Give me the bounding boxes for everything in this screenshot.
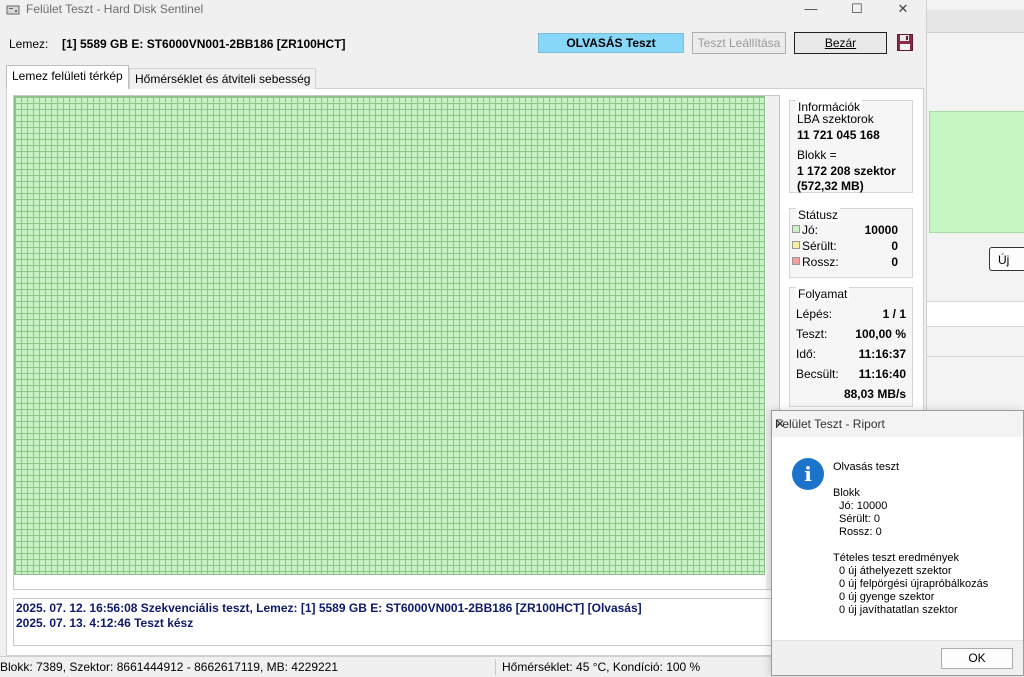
block-label: Blokk = bbox=[797, 148, 837, 162]
close-window-button[interactable]: ✕ bbox=[880, 0, 926, 20]
background-window-bar bbox=[927, 10, 1024, 33]
dialog-block-title: Blokk bbox=[833, 487, 860, 499]
maximize-button[interactable]: ☐ bbox=[834, 0, 880, 20]
block-size: (572,32 MB) bbox=[797, 179, 864, 193]
progress-group: Folyamat Lépés: 1 / 1 Teszt: 100,00 % Id… bbox=[789, 287, 913, 407]
floppy-disk-icon[interactable] bbox=[897, 34, 913, 51]
lba-label: LBA szektorok bbox=[797, 112, 874, 126]
bad-value: 0 bbox=[891, 255, 898, 269]
background-window-divider bbox=[927, 356, 1024, 357]
good-swatch bbox=[792, 225, 800, 233]
log-line: 2025. 07. 13. 4:12:46 Teszt kész bbox=[16, 616, 194, 630]
title-bar: Felület Teszt - Hard Disk Sentinel — ☐ ✕ bbox=[0, 0, 926, 20]
dialog-result-item: 0 új felpörgési újrapróbálkozás bbox=[839, 578, 989, 590]
good-value: 10000 bbox=[864, 223, 898, 237]
dialog-good: Jó: 10000 bbox=[839, 500, 888, 512]
minimize-button[interactable]: — bbox=[788, 0, 834, 20]
background-window-button[interactable]: Új bbox=[989, 247, 1024, 271]
progress-group-title: Folyamat bbox=[796, 287, 850, 301]
log-line: 2025. 07. 12. 16:56:08 Szekvenciális tes… bbox=[16, 601, 642, 615]
close-button[interactable]: Bezár bbox=[794, 32, 887, 54]
block-value: 1 172 208 szektor bbox=[797, 164, 896, 178]
statusbar-separator bbox=[495, 659, 496, 675]
tab-temperature-speed[interactable]: Hőmérséklet és átviteli sebesség bbox=[129, 68, 317, 89]
surface-map-grid bbox=[14, 96, 765, 575]
background-window-field bbox=[927, 301, 1024, 327]
damaged-value: 0 bbox=[891, 239, 898, 253]
estimated-value: 11:16:40 bbox=[858, 367, 906, 381]
disk-label: Lemez: bbox=[9, 37, 49, 51]
dialog-result-item: 0 új gyenge szektor bbox=[839, 591, 935, 603]
tab-surface-map[interactable]: Lemez felületi térkép bbox=[6, 65, 129, 89]
close-button-label: Bezár bbox=[824, 36, 857, 50]
estimated-label: Becsült: bbox=[796, 367, 839, 381]
dialog-results-title: Tételes teszt eredmények bbox=[833, 552, 959, 564]
hard-disk-icon bbox=[6, 5, 20, 15]
status-group: Státusz Jó: 10000 Sérült: 0 Rossz: 0 bbox=[789, 208, 913, 278]
status-group-title: Státusz bbox=[796, 208, 841, 222]
damaged-swatch bbox=[792, 241, 800, 249]
test-value: 100,00 % bbox=[855, 327, 906, 341]
report-dialog: Felület Teszt - Riport ✕ i Olvasás teszt… bbox=[771, 410, 1024, 676]
good-label: Jó: bbox=[802, 223, 819, 237]
damaged-label: Sérült: bbox=[802, 239, 837, 253]
statusbar-block-info: Blokk: 7389, Szektor: 8661444912 - 86626… bbox=[0, 660, 339, 674]
step-label: Lépés: bbox=[796, 307, 833, 321]
information-icon: i bbox=[792, 458, 824, 490]
test-label: Teszt: bbox=[796, 327, 828, 341]
background-window-green-panel bbox=[929, 111, 1024, 233]
info-group: Információk LBA szektorok 11 721 045 168… bbox=[789, 100, 913, 193]
dialog-result-item: 0 új javíthatatlan szektor bbox=[839, 604, 958, 616]
log-panel: 2025. 07. 12. 16:56:08 Szekvenciális tes… bbox=[13, 598, 781, 646]
lba-value: 11 721 045 168 bbox=[797, 128, 880, 142]
window-title: Felület Teszt - Hard Disk Sentinel bbox=[26, 2, 204, 16]
dialog-title-bar: Felület Teszt - Riport ✕ bbox=[772, 411, 1023, 437]
speed-value: 88,03 MB/s bbox=[843, 387, 906, 401]
step-value: 1 / 1 bbox=[882, 307, 906, 321]
bad-swatch bbox=[792, 257, 800, 265]
time-value: 11:16:37 bbox=[858, 347, 906, 361]
statusbar-temperature: Hőmérséklet: 45 °C, Kondíció: 100 % bbox=[502, 660, 701, 674]
dialog-heading: Olvasás teszt bbox=[833, 461, 900, 473]
dialog-result-item: 0 új áthelyezett szektor bbox=[839, 565, 952, 577]
ok-button[interactable]: OK bbox=[941, 648, 1013, 669]
dialog-close-icon[interactable]: ✕ bbox=[775, 417, 1019, 431]
bad-label: Rossz: bbox=[802, 255, 839, 269]
stop-test-button[interactable]: Teszt Leállítása bbox=[692, 32, 786, 54]
read-test-button[interactable]: OLVASÁS Teszt bbox=[538, 33, 684, 53]
dialog-damaged: Sérült: 0 bbox=[839, 513, 880, 525]
time-label: Idő: bbox=[796, 347, 817, 361]
disk-value: [1] 5589 GB E: ST6000VN001-2BB186 [ZR100… bbox=[62, 37, 346, 51]
dialog-button-area: OK bbox=[772, 640, 1023, 675]
dialog-bad: Rossz: 0 bbox=[839, 526, 882, 538]
